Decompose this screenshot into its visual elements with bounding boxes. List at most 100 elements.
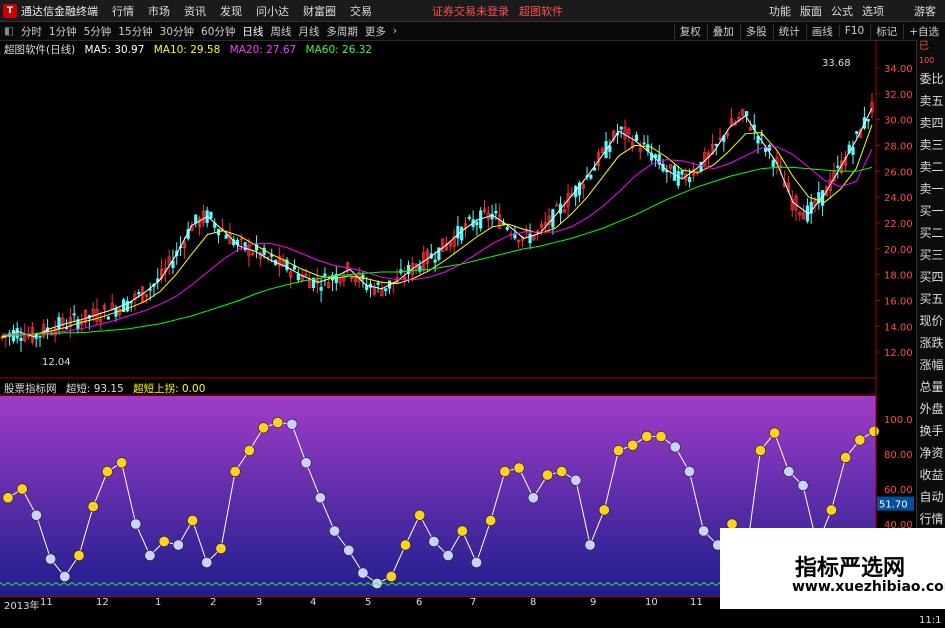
candle-body (851, 146, 855, 155)
candle-body (680, 170, 684, 175)
smiley-up-icon (73, 549, 85, 561)
x-tick-label: 5 (365, 597, 372, 608)
smiley-up-icon (414, 509, 426, 521)
candle-body (836, 165, 840, 168)
candle-body (619, 126, 623, 130)
candle-body (634, 134, 639, 141)
smiley-down-icon (527, 492, 539, 504)
side-item[interactable]: 委比 (917, 68, 945, 90)
smiley-up-icon (485, 514, 497, 526)
candle-body (323, 273, 327, 277)
side-item[interactable]: 总量 (917, 376, 945, 398)
price-tick-label: 28.00 (884, 141, 913, 152)
side-item[interactable]: 卖四 (917, 112, 945, 134)
smiley-down-icon (59, 570, 71, 582)
side-item[interactable]: 卖三 (917, 134, 945, 156)
indicator-legend: 股票指标网 超短: 93.15 超短上拐: 0.00 (4, 381, 211, 396)
side-item[interactable]: 自动 (917, 486, 945, 508)
x-tick-label: 7 (470, 597, 477, 608)
x-tick-label: 6 (416, 597, 423, 608)
smiley-down-icon (357, 567, 369, 579)
price-tick-label: 34.00 (884, 64, 913, 75)
candle-body (460, 227, 464, 241)
side-item[interactable]: 换手 (917, 420, 945, 442)
smiley-up-icon (2, 492, 14, 504)
smiley-down-icon (343, 544, 355, 556)
side-item[interactable]: 现价 (917, 310, 945, 332)
smiley-up-icon (541, 469, 553, 481)
legend-ma60: MA60: 26.32 (305, 44, 373, 56)
smiley-up-icon (825, 504, 837, 516)
side-time: 11:1 (919, 615, 942, 626)
smiley-down-icon (144, 549, 156, 561)
smiley-up-icon (513, 462, 525, 474)
candle-body (57, 317, 61, 330)
candle-body (433, 259, 437, 263)
smiley-down-icon (300, 457, 312, 469)
candle-body (209, 211, 213, 219)
side-item[interactable]: 买三 (917, 244, 945, 266)
price-tick-label: 24.00 (884, 193, 913, 204)
smiley-up-icon (101, 465, 113, 477)
smiley-down-icon (201, 556, 213, 568)
ma-line-ma5 (1, 107, 873, 339)
candle-body (756, 136, 760, 144)
smiley-down-icon (428, 535, 440, 547)
side-item[interactable]: 买四 (917, 266, 945, 288)
smiley-down-icon (470, 556, 482, 568)
side-item[interactable]: 行情 (917, 508, 945, 530)
smiley-down-icon (584, 539, 596, 551)
smiley-up-icon (87, 500, 99, 512)
price-tick-label: 18.00 (884, 271, 913, 282)
price-tick-label: 20.00 (884, 245, 913, 256)
smiley-up-icon (754, 444, 766, 456)
indicator-value-2: 超短上拐: 0.00 (133, 383, 206, 395)
price-tick-label: 14.00 (884, 322, 913, 333)
side-item[interactable]: 买二 (917, 222, 945, 244)
candle-body (137, 291, 141, 295)
price-tick-label: 26.00 (884, 167, 913, 178)
x-tick-label: 3 (256, 597, 263, 608)
side-item[interactable]: 卖五 (917, 90, 945, 112)
side-item[interactable]: 卖二 (917, 156, 945, 178)
candle-body (467, 216, 471, 219)
candle-body (475, 221, 479, 226)
smiley-down-icon (286, 418, 298, 430)
side-item[interactable]: 买一 (917, 200, 945, 222)
candle-body (672, 165, 677, 181)
indicator-name: 股票指标网 (4, 383, 57, 395)
side-item[interactable]: 买五 (917, 288, 945, 310)
x-tick-label: 2013年 (4, 601, 40, 612)
smiley-up-icon (456, 525, 468, 537)
legend-ma10: MA10: 29.58 (153, 44, 221, 56)
candle-body (494, 211, 498, 214)
side-item[interactable]: 收益 (917, 464, 945, 486)
smiley-up-icon (16, 483, 28, 495)
candle-body (376, 282, 380, 285)
smiley-down-icon (669, 441, 681, 453)
candle-body (528, 233, 532, 244)
side-item[interactable]: 外盘 (917, 398, 945, 420)
ma-line-ma10 (1, 124, 873, 338)
main-legend: 超图软件(日线) MA5: 30.97 MA10: 29.58 MA20: 27… (4, 42, 378, 57)
x-tick-label: 1 (155, 597, 162, 608)
side-item[interactable]: 涨跌 (917, 332, 945, 354)
smiley-up-icon (840, 451, 852, 463)
candle-body (38, 335, 42, 338)
side-item[interactable]: 净资 (917, 442, 945, 464)
smiley-up-icon (655, 430, 667, 442)
smiley-up-icon (258, 422, 270, 434)
smiley-up-icon (116, 457, 128, 469)
smiley-up-icon (641, 430, 653, 442)
price-tick-label: 32.00 (884, 90, 913, 101)
candle-body (688, 177, 692, 183)
side-item[interactable]: 涨幅 (917, 354, 945, 376)
chart-canvas: 34.00 32.00 30.00 28.00 26.00 24.00 22.00 20.00… (0, 40, 914, 596)
smiley-up-icon (868, 425, 880, 437)
side-item[interactable]: 卖一 (917, 178, 945, 200)
indicator-tick-label: 100.0 (884, 415, 913, 426)
smiley-up-icon (229, 465, 241, 477)
watermark-title: 指标严选网 (795, 556, 906, 581)
candle-body (194, 214, 198, 224)
smiley-up-icon (612, 444, 624, 456)
